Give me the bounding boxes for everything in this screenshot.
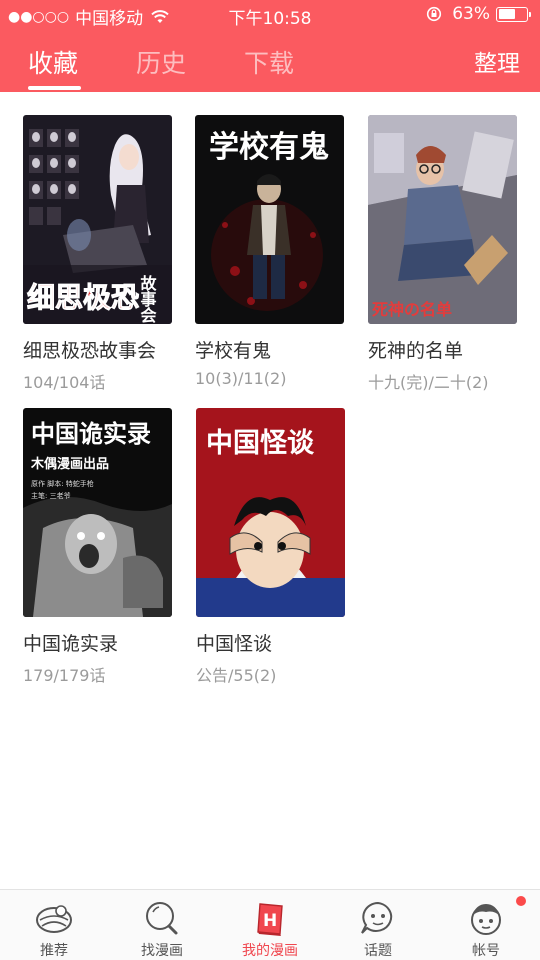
tabbar-label: 帐号 (472, 943, 500, 959)
tabbar-label: 找漫画 (141, 943, 183, 959)
cover-art: 中国诡实录 木偶漫画出品 原作 脚本: 特蛇手枪 主笔: 三老爷 (23, 408, 172, 617)
comic-card[interactable]: 细思极恐 故事会 细思极恐故事会 104/104话 (23, 115, 173, 393)
comic-cover[interactable]: 细思极恐 故事会 (23, 115, 172, 324)
comic-title: 中国怪谈 (196, 633, 273, 655)
comic-progress: 10(3)/11(2) (195, 369, 287, 388)
cover-subtitle-text: 故事会 (138, 274, 157, 324)
cover-art: 学校有鬼 (195, 115, 344, 324)
cover-title-text: 死神の名单 (372, 300, 452, 319)
comic-card[interactable]: 中国怪谈 中国怪谈 公告/55(2) (196, 408, 346, 686)
tab-history[interactable]: 历史 (136, 44, 186, 80)
header-tabs: 收藏 历史 下载 整理 (0, 30, 540, 92)
cover-title-text: 中国怪谈 (206, 428, 315, 459)
recommend-icon (36, 905, 72, 933)
tab-favorites[interactable]: 收藏 (28, 44, 78, 80)
account-icon (471, 904, 501, 935)
svg-text:H: H (263, 911, 277, 931)
comic-progress: 公告/55(2) (196, 666, 277, 685)
cover-credit-text: 原作 脚本: 特蛇手枪 (31, 479, 94, 488)
cover-art: 中国怪谈 (196, 408, 345, 617)
comic-cover[interactable]: 中国怪谈 (196, 408, 345, 617)
cover-author-text: 主笔: 三老爷 (31, 491, 71, 500)
tabbar-label: 我的漫画 (242, 943, 298, 959)
organize-button[interactable]: 整理 (474, 44, 520, 78)
rotation-lock-icon (427, 6, 442, 22)
comic-title: 中国诡实录 (23, 633, 119, 655)
tabbar-item-account[interactable]: 帐号 (432, 890, 540, 960)
cover-art: 细思极恐 故事会 (23, 115, 172, 324)
topic-icon (361, 901, 393, 934)
comic-card[interactable]: 死神の名单 死神的名单 十九(完)/二十(2) (368, 115, 518, 393)
comic-card[interactable]: 学校有鬼 学校有鬼 10(3)/11(2) (195, 115, 345, 388)
tabbar-item-recommend[interactable]: 推荐 (0, 890, 108, 960)
comic-title: 细思极恐故事会 (23, 340, 157, 362)
tabbar-item-topics[interactable]: 话题 (324, 890, 432, 960)
battery-percent: 63% (452, 4, 490, 24)
status-bar: ●●○○○ 中国移动 下午10:58 63% (0, 0, 540, 30)
status-right: 63% (426, 4, 531, 24)
comic-cover[interactable]: 学校有鬼 (195, 115, 344, 324)
cover-title-text: 细思极恐 (27, 281, 139, 314)
active-tab-indicator (28, 86, 81, 90)
battery-fill (498, 9, 515, 19)
comic-progress: 十九(完)/二十(2) (368, 373, 489, 392)
comic-progress: 104/104话 (23, 373, 106, 392)
tabbar-label: 话题 (364, 943, 392, 959)
comic-title: 死神的名单 (368, 340, 464, 362)
tabbar-label: 推荐 (40, 943, 68, 959)
comic-cover[interactable]: 中国诡实录 木偶漫画出品 原作 脚本: 特蛇手枪 主笔: 三老爷 (23, 408, 172, 617)
comic-card[interactable]: 中国诡实录 木偶漫画出品 原作 脚本: 特蛇手枪 主笔: 三老爷 中国诡实录 1… (23, 408, 173, 686)
my-comics-icon: H (257, 903, 283, 936)
comic-cover[interactable]: 死神の名单 (368, 115, 517, 324)
search-icon (146, 902, 178, 935)
cover-art: 死神の名单 (368, 115, 517, 324)
tab-downloads[interactable]: 下载 (244, 44, 294, 80)
notification-badge (516, 896, 526, 906)
comic-progress: 179/179话 (23, 666, 106, 685)
tabbar-item-find-comics[interactable]: 找漫画 (108, 890, 216, 960)
cover-publisher-text: 木偶漫画出品 (30, 456, 109, 472)
comic-title: 学校有鬼 (195, 340, 272, 362)
bottom-tab-bar: 推荐 找漫画 H 我的漫画 话题 帐号 (0, 889, 540, 960)
cover-title-text: 中国诡实录 (31, 419, 151, 448)
tabbar-item-my-comics[interactable]: H 我的漫画 (216, 890, 324, 960)
cover-title-text: 学校有鬼 (209, 130, 329, 165)
battery-icon (496, 6, 531, 22)
app-header: ●●○○○ 中国移动 下午10:58 63% 收藏 历史 下载 整理 (0, 0, 540, 92)
